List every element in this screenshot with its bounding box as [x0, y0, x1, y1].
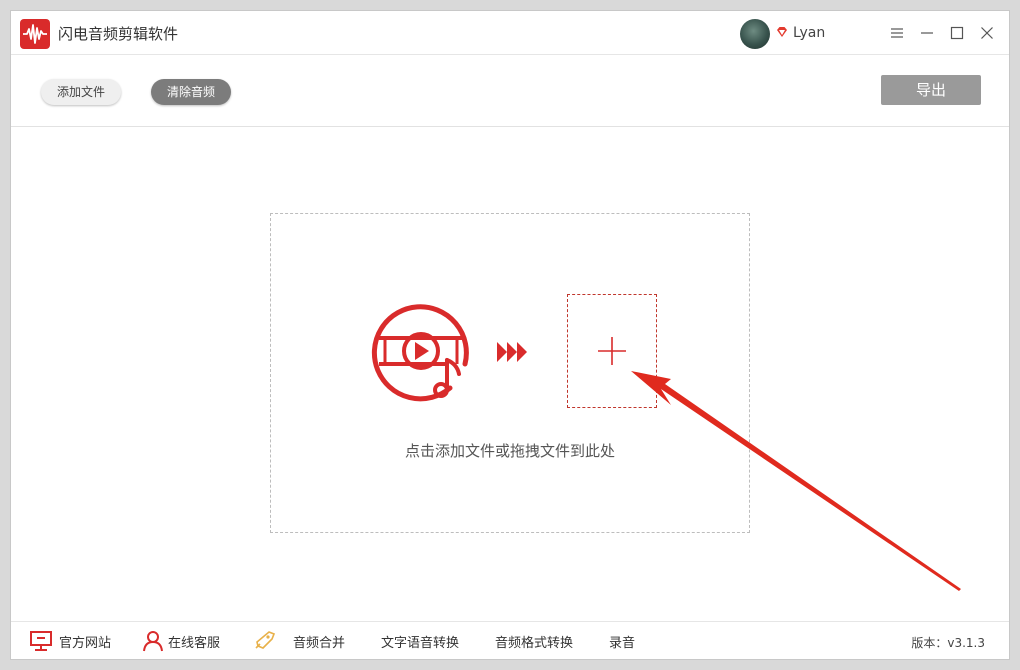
record-link[interactable]: 录音 [609, 632, 635, 651]
user-icon [143, 631, 163, 652]
avatar[interactable] [740, 19, 770, 49]
monitor-icon [30, 631, 52, 651]
username[interactable]: Lyan [793, 25, 825, 41]
footer: 官方网站 在线客服 音频合并 文字语音转换 音频格式转换 录音 版本：v3.1.… [11, 621, 1009, 659]
audio-disc-icon [371, 304, 469, 402]
add-file-button[interactable]: 添加文件 [41, 79, 121, 105]
add-file-target[interactable] [567, 294, 657, 408]
app-window: 闪电音频剪辑软件 Lyan 添加文件 清除音频 导出 点击添加文件或拖拽文件到此… [10, 10, 1010, 660]
audio-merge-link[interactable]: 音频合并 [293, 632, 345, 651]
maximize-icon[interactable] [949, 25, 965, 41]
minimize-icon[interactable] [919, 25, 935, 41]
app-title: 闪电音频剪辑软件 [58, 25, 179, 43]
drop-zone[interactable]: 点击添加文件或拖拽文件到此处 [270, 213, 750, 533]
official-site-link[interactable]: 官方网站 [59, 632, 111, 651]
plus-icon [598, 337, 626, 365]
menu-icon[interactable] [889, 25, 905, 41]
waveform-icon [23, 24, 47, 44]
vip-diamond-icon [777, 27, 787, 37]
export-button[interactable]: 导出 [881, 75, 981, 105]
title-bar: 闪电音频剪辑软件 Lyan [11, 11, 1009, 55]
app-logo [20, 19, 50, 49]
clear-audio-button[interactable]: 清除音频 [151, 79, 231, 105]
version-label: 版本：v3.1.3 [911, 636, 985, 650]
text-speech-convert-link[interactable]: 文字语音转换 [381, 632, 459, 651]
online-service-link[interactable]: 在线客服 [168, 632, 220, 651]
forward-arrows-icon [497, 342, 527, 362]
close-icon[interactable] [979, 25, 995, 41]
toolbar: 添加文件 清除音频 导出 [11, 55, 1009, 127]
rocket-icon [255, 631, 276, 649]
audio-format-convert-link[interactable]: 音频格式转换 [495, 632, 573, 651]
drop-hint: 点击添加文件或拖拽文件到此处 [404, 442, 615, 460]
